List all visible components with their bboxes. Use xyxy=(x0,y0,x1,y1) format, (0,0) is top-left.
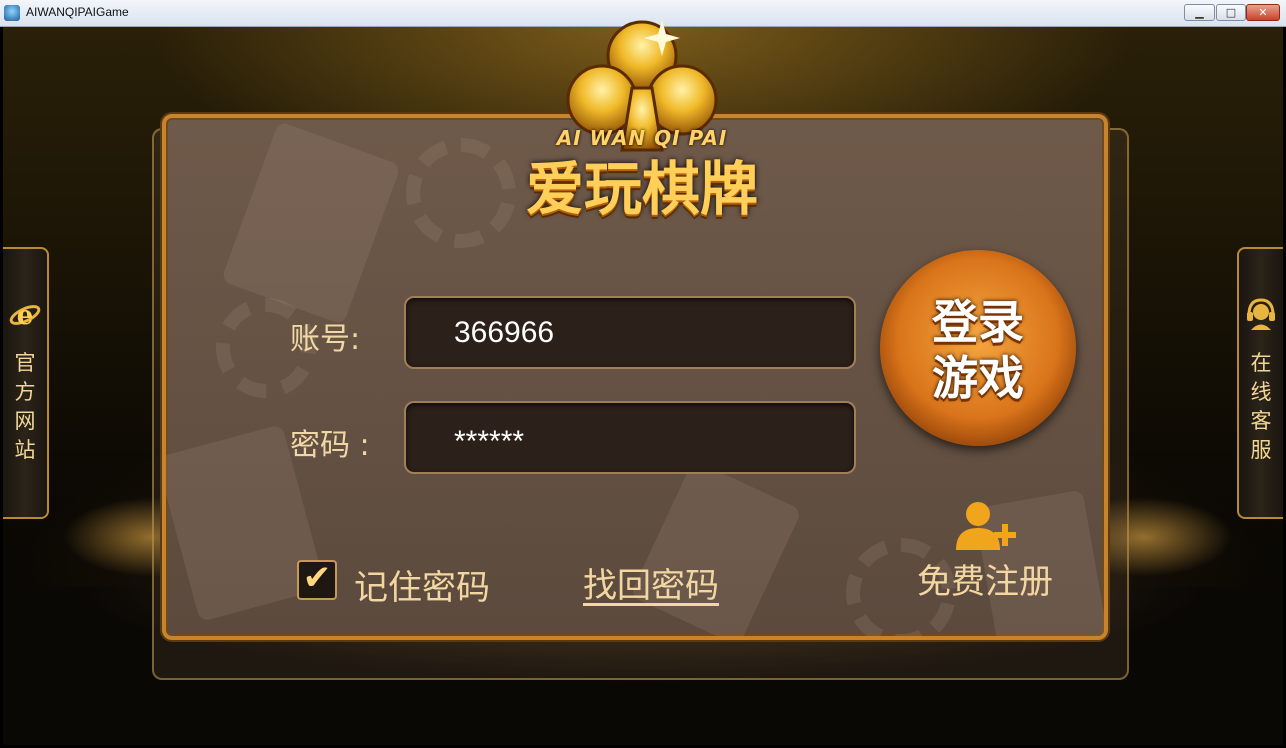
add-user-icon xyxy=(956,502,1016,550)
online-support-tab[interactable]: 在 线 客 服 xyxy=(1237,247,1283,519)
game-window: AIWANQIPAIGame ▁ □ ✕ e 官 方 网 站 在 线 客 服 A… xyxy=(0,0,1286,748)
free-register-button[interactable]: 免费注册 xyxy=(910,500,1060,602)
decor-chip xyxy=(406,138,516,248)
official-website-tab[interactable]: e 官 方 网 站 xyxy=(3,247,49,519)
account-value: 366966 xyxy=(454,316,555,349)
close-button[interactable]: ✕ xyxy=(1246,4,1280,21)
maximize-button[interactable]: □ xyxy=(1216,4,1246,21)
login-game-button[interactable]: 登录 游戏 xyxy=(880,250,1076,446)
login-game-label: 登录 游戏 xyxy=(932,295,1024,405)
ie-browser-icon: e xyxy=(9,301,41,331)
remember-password-label[interactable]: 记住密码 xyxy=(354,560,490,609)
account-input[interactable]: 366966 xyxy=(404,296,856,369)
window-title: AIWANQIPAIGame xyxy=(26,5,129,19)
forgot-password-link[interactable]: 找回密码 xyxy=(583,558,719,607)
decor-card xyxy=(220,120,402,326)
logo-chinese-text: 爱玩棋牌 xyxy=(525,155,758,223)
account-label: 账号: xyxy=(290,322,361,357)
check-icon: ✔ xyxy=(302,558,332,598)
maximize-icon: □ xyxy=(1225,6,1237,19)
free-register-label: 免费注册 xyxy=(917,562,1053,602)
game-logo: AI WAN QI PAI 爱玩棋牌 xyxy=(512,0,772,230)
password-value: ****** xyxy=(454,425,525,458)
minimize-button[interactable]: ▁ xyxy=(1184,4,1215,21)
headset-icon xyxy=(1247,298,1275,330)
remember-password-checkbox[interactable]: ✔ xyxy=(297,558,337,600)
password-label: 密码 : xyxy=(290,428,370,463)
app-icon xyxy=(4,5,20,21)
minimize-icon: ▁ xyxy=(1195,6,1204,19)
svg-text:e: e xyxy=(17,301,34,331)
online-support-label: 在 线 客 服 xyxy=(1250,351,1272,462)
official-website-label: 官 方 网 站 xyxy=(14,351,36,462)
password-input[interactable]: ****** xyxy=(404,401,856,474)
decor-card xyxy=(629,459,803,636)
close-icon: ✕ xyxy=(1258,6,1268,19)
